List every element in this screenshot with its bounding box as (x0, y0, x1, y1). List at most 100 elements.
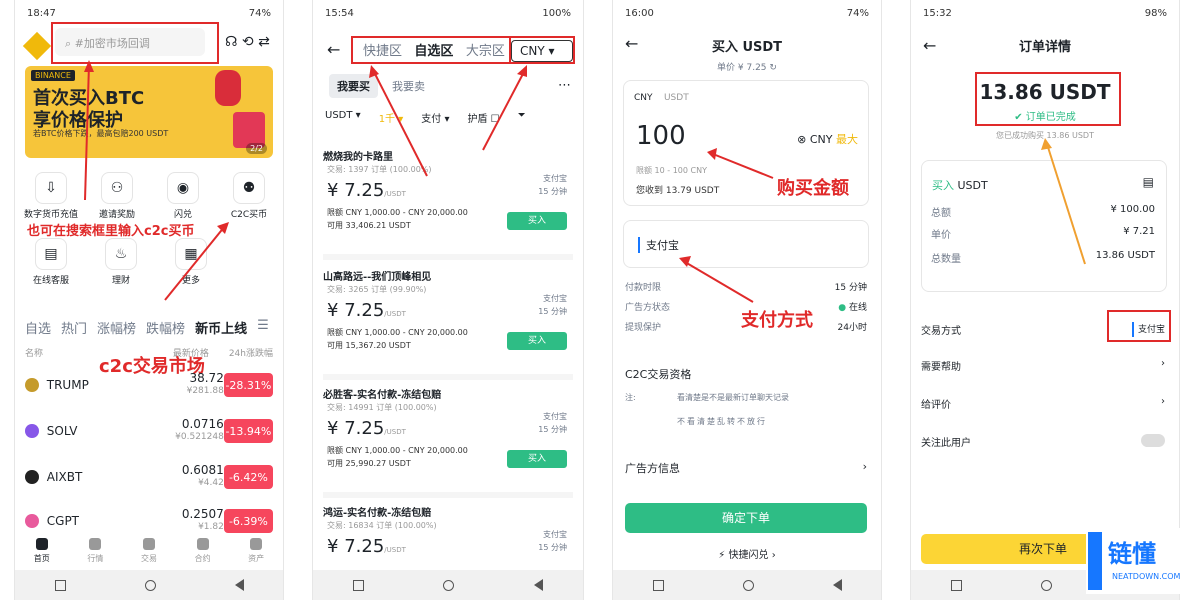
c2c-shortcut[interactable]: ⚉ C2C买币 (219, 172, 279, 220)
buy-button[interactable]: 买入 (507, 332, 567, 350)
pay-method: 支付宝 (543, 294, 567, 303)
buy-button[interactable]: 买入 (507, 212, 567, 230)
price-value: 7.25 (344, 300, 385, 321)
recents-icon[interactable] (950, 579, 962, 591)
ad-listing[interactable]: 必胜客-实名付款-冻结包赔 交易: 14991 订单 (100.00%) ¥ 7.2… (323, 378, 573, 498)
connect-icon[interactable]: ⇄ (258, 34, 270, 50)
chat-icon[interactable]: ▤ (1143, 175, 1154, 189)
refresh-icon[interactable]: ↻ (769, 63, 777, 73)
tab-favorites[interactable]: 自选 (25, 318, 51, 337)
coin-price: 0.0716 ¥0.521248 (155, 418, 224, 444)
back-icon[interactable] (234, 579, 244, 591)
back-icon[interactable] (832, 579, 842, 591)
more-icon[interactable]: ⋯ (558, 78, 571, 93)
pay-method: 支付宝 (543, 530, 567, 539)
back-arrow-icon[interactable]: ← (327, 40, 340, 59)
rate-row[interactable]: 给评价 › (921, 396, 1165, 411)
header-icons[interactable]: ☊ ⟲ ⇄ (225, 34, 270, 50)
row-label: 关注此用户 (921, 438, 971, 449)
buy-button[interactable]: 买入 (507, 450, 567, 468)
info-label: 付款时限 (625, 283, 662, 293)
payment-method-card[interactable]: 支付宝 (623, 220, 869, 268)
ad-listing[interactable]: 燃烧我的卡路里 交易: 1397 订单 (100.00%) ¥ 7.25/USDT 限… (323, 140, 573, 260)
more-shortcut[interactable]: ▦ 更多 (161, 238, 221, 286)
price-unit: /USDT (384, 310, 406, 318)
unit-price: 单价 ¥ 7.25 ↻ (613, 60, 881, 73)
deposit-shortcut[interactable]: ⇩ 数字货币充值 (21, 172, 81, 220)
ad-limits: 限额 CNY 1,000.00 - CNY 20,000.00 可用 25,990… (327, 444, 468, 470)
asset-filter[interactable]: USDT ▾ (325, 110, 361, 125)
menu-icon[interactable]: ☰ (257, 318, 269, 337)
flash-icon: ◉ (167, 172, 199, 204)
headset-icon[interactable]: ☊ (225, 34, 237, 50)
payment-filter[interactable]: 支付 ▾ (421, 110, 449, 125)
market-row[interactable]: AIXBT 0.6081 ¥4.42 -6.42% (25, 454, 274, 500)
shield-filter[interactable]: 护盾 ☐ (467, 110, 499, 125)
confirm-order-button[interactable]: 确定下单 (625, 503, 867, 533)
ad-payment: 支付宝 15 分钟 (538, 410, 567, 436)
convert-shortcut[interactable]: ◉ 闪兑 (153, 172, 213, 220)
back-icon[interactable] (534, 579, 544, 591)
info-value: 24小时 (837, 323, 867, 333)
max-button[interactable]: 最大 (836, 133, 858, 146)
sell-tab[interactable]: 我要卖 (384, 74, 433, 98)
info-label: 提现保护 (625, 323, 662, 333)
amount-filter[interactable]: 1千 ▾ (379, 110, 404, 125)
filter-bar: USDT ▾ 1千 ▾ 支付 ▾ 护盾 ☐ ⏷ (325, 110, 526, 125)
support-shortcut[interactable]: ▤ 在线客服 (21, 238, 81, 286)
filter-icon[interactable]: ⏷ (518, 110, 526, 125)
follow-toggle[interactable] (1141, 434, 1165, 447)
status-time: 15:32 (923, 7, 952, 19)
recents-icon[interactable] (652, 579, 664, 591)
nav-markets[interactable]: 行情 (87, 538, 103, 570)
ad-limits: 限额 CNY 1,000.00 - CNY 20,000.00 可用 15,367… (327, 326, 468, 352)
tab-hot[interactable]: 热门 (61, 318, 87, 337)
status-battery: 74% (248, 7, 271, 19)
banner-pager: 2/2 (246, 143, 267, 154)
binance-logo-icon[interactable] (22, 31, 52, 61)
col-name: 名称 (25, 349, 44, 359)
ad-payment: 支付宝 15 分钟 (538, 172, 567, 198)
help-row[interactable]: 需要帮助 › (921, 358, 1165, 373)
home-circle-icon[interactable] (1040, 579, 1052, 591)
clear-icon[interactable]: ⊗ (797, 133, 806, 146)
avail-text: 可用 15,367.20 USDT (327, 341, 411, 350)
nav-home[interactable]: 首页 (34, 538, 50, 570)
nav-assets[interactable]: 资产 (248, 538, 264, 570)
recents-icon[interactable] (54, 579, 66, 591)
ad-price: ¥ 7.25/USDT (327, 418, 406, 439)
banner-brand: BINANCE (31, 70, 75, 81)
tab-cny[interactable]: CNY (634, 93, 653, 103)
tab-losers[interactable]: 跌幅榜 (146, 318, 185, 337)
market-row[interactable]: SOLV 0.0716 ¥0.521248 -13.94% (25, 408, 274, 454)
referral-shortcut[interactable]: ⚇ 邀请奖励 (87, 172, 147, 220)
advertiser-info-row[interactable]: 广告方信息 › (625, 460, 867, 476)
recents-icon[interactable] (352, 579, 364, 591)
home-circle-icon[interactable] (443, 579, 455, 591)
tab-gainers[interactable]: 涨幅榜 (97, 318, 136, 337)
info-row: 付款时限 15 分钟 (625, 280, 867, 293)
amount-currency: CNY (809, 133, 833, 146)
quick-convert-link[interactable]: ⚡ 快捷闪兑 › (613, 546, 881, 561)
pay-time: 15 分钟 (538, 543, 567, 552)
status-text: 在线 (848, 303, 867, 313)
promo-banner[interactable]: BINANCE 首次买入BTC 享价格保护 若BTC价格下跌，最高包赔200 U… (25, 66, 273, 158)
site-watermark: 链懂 NEATDOWN.COM (1086, 528, 1198, 594)
phone-order-detail: 15:32 98% ← 订单详情 13.86 USDT ✔ 订单已完成 您已成功购… (910, 0, 1180, 600)
nav-trade[interactable]: 交易 (141, 538, 157, 570)
ad-listing[interactable]: 山高路远--我们顶峰相见 交易: 3265 订单 (99.90%) ¥ 7.25/U… (323, 260, 573, 380)
home-circle-icon[interactable] (742, 579, 754, 591)
buy-tab[interactable]: 我要买 (329, 74, 378, 98)
tab-usdt[interactable]: USDT (664, 93, 689, 103)
order-status: ✔ 订单已完成 (911, 108, 1179, 123)
market-row[interactable]: TRUMP 38.72 ¥281.88 -28.31% (25, 362, 274, 408)
nav-futures[interactable]: 合约 (195, 538, 211, 570)
link-icon[interactable]: ⟲ (242, 34, 254, 50)
home-circle-icon[interactable] (144, 579, 156, 591)
piggy-bank-icon: ♨ (105, 238, 137, 270)
amount-input[interactable]: 100 (636, 121, 686, 151)
payment-method: 支付宝 (638, 237, 679, 253)
shortcut-label: 数字货币充值 (23, 210, 78, 220)
earn-shortcut[interactable]: ♨ 理财 (91, 238, 151, 286)
tab-new-listings[interactable]: 新币上线 (195, 318, 247, 337)
